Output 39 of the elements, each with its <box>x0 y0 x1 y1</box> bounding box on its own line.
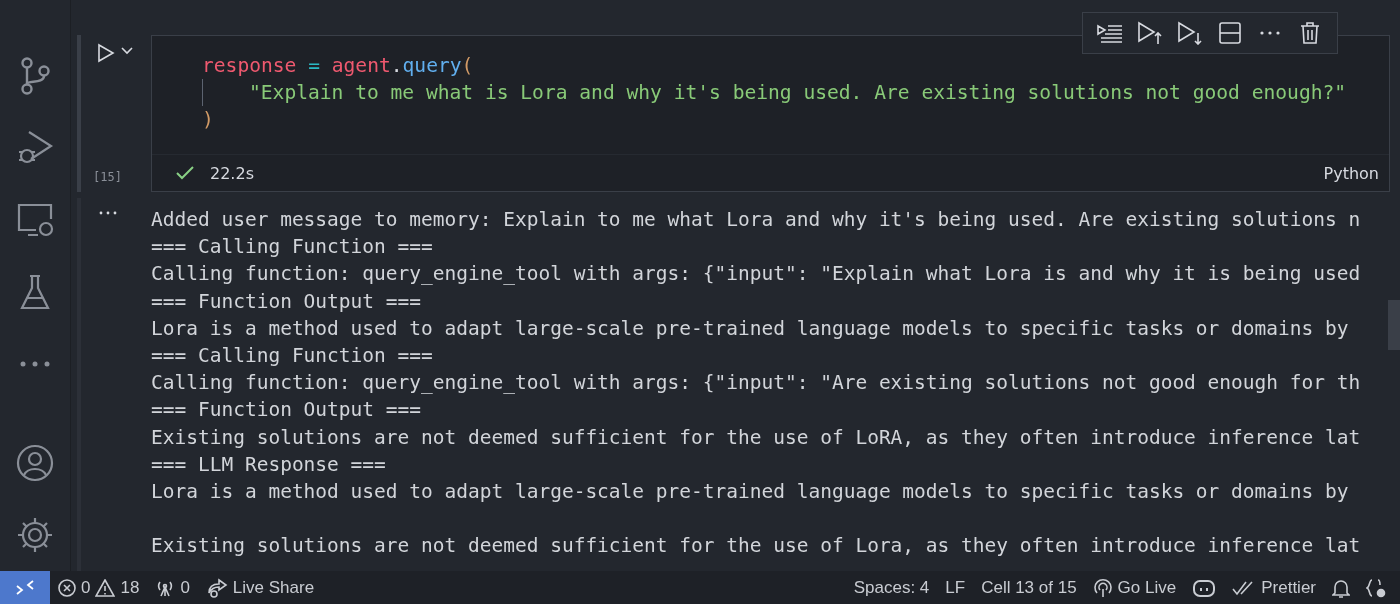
cell-position-indicator[interactable]: Cell 13 of 15 <box>973 571 1085 604</box>
remote-button[interactable] <box>0 571 50 604</box>
ports-indicator[interactable]: 0 <box>147 571 198 604</box>
output-line: === LLM Response === <box>151 452 386 476</box>
go-live-button[interactable]: Go Live <box>1084 571 1185 604</box>
scrollbar-thumb[interactable] <box>1388 300 1400 350</box>
line-ending-indicator[interactable]: LF <box>937 571 974 604</box>
code-line: ) <box>202 107 214 133</box>
code-line: "Explain to me what is Lora and why it's being used. Are existing solutions not good enough?" <box>249 80 1347 106</box>
output-line: Added user message to memory: Explain to me what Lora and why it's being used. Are existing solutions n <box>151 208 1361 231</box>
prettier-button[interactable]: Prettier <box>1224 571 1324 604</box>
problems-indicator[interactable]: 0 18 <box>50 571 148 604</box>
output-line: Existing solutions are not deemed sufficient for the use of Lora, as they often introduce inference lat <box>151 534 1361 558</box>
execution-count: [15] <box>93 170 122 184</box>
execution-time: 22.2s <box>210 163 254 183</box>
output-line: === Calling Function === <box>151 343 433 367</box>
language-label[interactable]: Python <box>1323 163 1379 183</box>
run-options-button[interactable] <box>121 47 133 55</box>
play-icon <box>97 43 115 63</box>
error-icon <box>58 578 76 597</box>
output-line: Calling function: query_engine_tool with args: {"input": "Are existing solutions not good enough for th <box>151 371 1361 395</box>
warning-icon <box>95 578 116 597</box>
warning-count: 18 <box>120 577 140 598</box>
output-line: Existing solutions are not deemed sufficient for the use of LoRA, as they often introduce inference lat <box>151 425 1361 449</box>
remote-icon <box>16 579 34 596</box>
output-line: Lora is a method used to adapt large-scale pre-trained language models to specific tasks or domains by <box>151 479 1349 503</box>
output-line: Calling function: query_engine_tool with args: {"input": "Explain what Lora is and why it is being used <box>151 262 1361 286</box>
live-share-button[interactable]: Live Share <box>197 571 323 604</box>
broadcast-icon <box>1092 577 1113 598</box>
error-count: 0 <box>81 577 91 598</box>
output-line: === Function Output === <box>151 398 422 422</box>
indentation-indicator[interactable]: Spaces: 4 <box>845 571 938 604</box>
output-line: === Function Output === <box>151 289 422 313</box>
share-icon <box>205 577 228 598</box>
chevron-down-icon <box>121 47 133 55</box>
output-line: Lora is a method used to adapt large-scale pre-trained language models to specific tasks or domains by <box>151 316 1349 340</box>
code-line: response = agent.query( <box>202 53 474 79</box>
output-line: === Calling Function === <box>151 235 433 259</box>
run-cell-button[interactable] <box>95 41 117 65</box>
